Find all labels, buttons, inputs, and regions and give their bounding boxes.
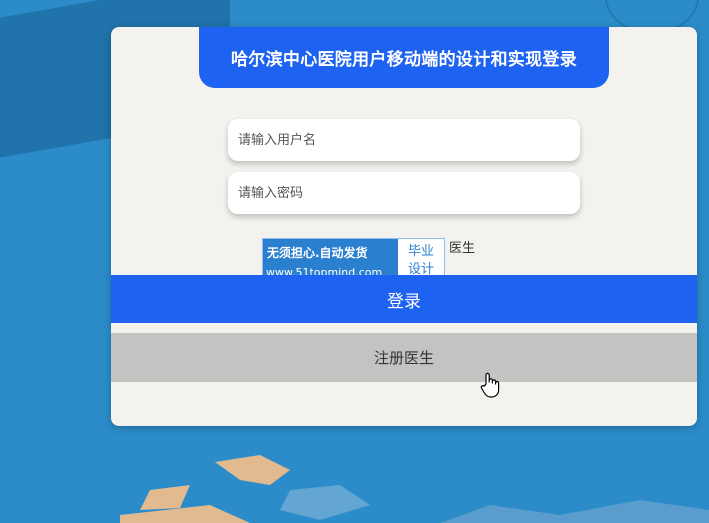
username-input[interactable] (228, 119, 580, 161)
register-doctor-button[interactable]: 注册医生 (111, 333, 697, 382)
hand-pointer-icon (480, 372, 500, 398)
background-blob-orange (120, 455, 370, 523)
login-button[interactable]: 登录 (111, 275, 697, 323)
password-input[interactable] (228, 172, 580, 214)
background-blob-light (440, 500, 709, 523)
watermark-box-line1: 毕业 (407, 244, 434, 259)
watermark-line1: 无须担心.自动发货 (267, 246, 368, 260)
role-label[interactable]: 医生 (449, 237, 475, 256)
login-card: 哈尔滨中心医院用户移动端的设计和实现登录 医生 无须担心.自动发货 www.51… (111, 27, 697, 426)
page-title: 哈尔滨中心医院用户移动端的设计和实现登录 (199, 27, 609, 88)
